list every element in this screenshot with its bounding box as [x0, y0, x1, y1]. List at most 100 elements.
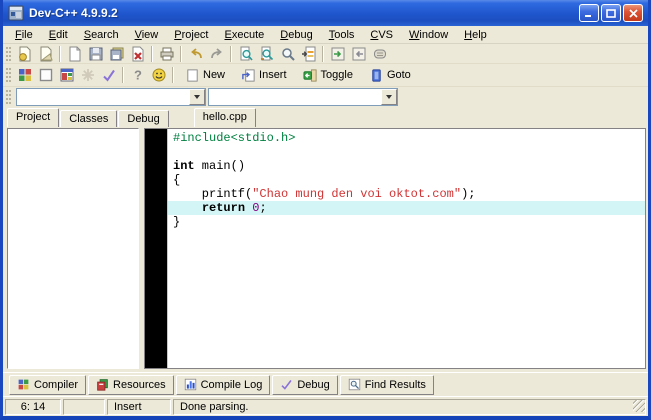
menu-execute[interactable]: Execute [217, 28, 273, 42]
rebuild-all-icon [81, 69, 94, 81]
resize-grip[interactable] [633, 400, 645, 412]
help-button[interactable]: ? [127, 66, 148, 85]
status-message: Done parsing. [173, 399, 646, 415]
rebuild-all-button[interactable] [77, 66, 98, 85]
print-icon [160, 47, 173, 60]
tab-resources[interactable]: Resources [88, 374, 174, 395]
tab-debug[interactable]: Debug [118, 110, 169, 127]
tab-project[interactable]: Project [7, 108, 60, 127]
menu-edit[interactable]: Edit [41, 28, 76, 42]
tab-compiler-label: Compiler [34, 378, 79, 391]
close-icon [628, 8, 638, 18]
remove-from-project-icon [352, 47, 365, 60]
code-editor[interactable]: #include<stdio.h> int main() { printf("C… [144, 128, 646, 369]
compiler-icon [18, 379, 29, 390]
new-bookmark-icon [187, 68, 198, 82]
save-button[interactable] [85, 44, 106, 63]
code-line: printf("Chao mung den voi oktot.com"); [173, 187, 476, 201]
status-bar: 6: 14 Insert Done parsing. [3, 396, 648, 416]
tab-debug-output-label: Debug [297, 378, 330, 391]
menu-help[interactable]: Help [456, 28, 495, 42]
compile-button[interactable] [14, 66, 35, 85]
bookmark-new-label: New [203, 69, 226, 81]
chevron-down-icon[interactable] [381, 89, 397, 105]
panel-tabs-row: Project Classes Debug hello.cpp [3, 107, 648, 127]
main-toolbar [3, 44, 648, 64]
tab-debug-output[interactable]: Debug [272, 374, 338, 395]
replace-button[interactable] [256, 44, 277, 63]
tab-hello-cpp[interactable]: hello.cpp [193, 108, 256, 127]
tab-compiler[interactable]: Compiler [9, 374, 87, 395]
project-browser-panel[interactable] [7, 128, 139, 369]
toolbar-grip[interactable] [6, 68, 11, 82]
bookmark-new-button[interactable]: New [180, 65, 230, 85]
tab-find-results[interactable]: Find Results [339, 374, 434, 395]
toolbar-separator [122, 67, 124, 83]
goto-bookmark-icon [372, 68, 381, 82]
code-area[interactable]: #include<stdio.h> int main() { printf("C… [168, 129, 645, 368]
debug-button[interactable] [98, 66, 119, 85]
class-browser-select[interactable] [208, 88, 398, 106]
bookmark-toggle-label: Toggle [320, 69, 353, 81]
minimize-button[interactable] [579, 4, 599, 22]
print-button[interactable] [156, 44, 177, 63]
tab-classes[interactable]: Classes [60, 110, 118, 127]
find-in-files-button[interactable] [277, 44, 298, 63]
bookmark-goto-label: Goto [386, 69, 411, 81]
remove-from-project-button[interactable] [348, 44, 369, 63]
undo-button[interactable] [185, 44, 206, 63]
code-line: int main() [173, 159, 246, 173]
toggle-bookmark-icon [303, 68, 317, 82]
new-project-button[interactable] [14, 44, 35, 63]
close-button[interactable] [623, 4, 643, 22]
bookmark-goto-button[interactable]: Goto [364, 65, 416, 85]
find-in-files-icon [281, 47, 295, 61]
bookmark-insert-button[interactable]: Insert [236, 65, 292, 85]
compiler-select[interactable] [16, 88, 206, 106]
code-line: #include<stdio.h> [173, 131, 296, 145]
add-to-project-icon [331, 47, 344, 60]
menu-view[interactable]: View [127, 28, 167, 42]
close-file-button[interactable] [127, 44, 148, 63]
add-to-project-button[interactable] [327, 44, 348, 63]
run-button[interactable] [35, 66, 56, 85]
menu-project[interactable]: Project [166, 28, 216, 42]
save-all-button[interactable] [106, 44, 127, 63]
chevron-down-icon[interactable] [189, 89, 205, 105]
project-properties-icon [373, 49, 386, 58]
menu-tools[interactable]: Tools [321, 28, 363, 42]
compile-and-run-icon [60, 68, 73, 82]
menu-window[interactable]: Window [401, 28, 456, 42]
open-icon [40, 46, 53, 61]
toolbar-grip[interactable] [6, 46, 11, 61]
replace-icon [260, 46, 273, 60]
redo-icon [210, 47, 222, 58]
tab-resources-label: Resources [113, 378, 166, 391]
menu-debug[interactable]: Debug [272, 28, 320, 42]
menu-search[interactable]: Search [76, 28, 127, 42]
new-file-icon [69, 46, 80, 61]
bookmark-toggle-button[interactable]: Toggle [298, 65, 358, 85]
toolbar-separator [172, 67, 174, 83]
toolbar-grip[interactable] [6, 90, 11, 104]
maximize-button[interactable] [601, 4, 621, 22]
compile-and-run-button[interactable] [56, 66, 77, 85]
menu-cvs[interactable]: CVS [362, 28, 401, 42]
menu-file[interactable]: File [7, 28, 41, 42]
insert-bookmark-icon [242, 68, 255, 82]
tab-compile-log-label: Compile Log [200, 378, 263, 391]
redo-button[interactable] [206, 44, 227, 63]
tab-compile-log[interactable]: Compile Log [175, 374, 271, 395]
about-button[interactable] [148, 66, 169, 85]
find-button[interactable] [235, 44, 256, 63]
open-button[interactable] [35, 44, 56, 63]
new-file-button[interactable] [64, 44, 85, 63]
project-properties-button[interactable] [369, 44, 390, 63]
toolbar-separator [230, 45, 232, 62]
modified-indicator [63, 399, 105, 415]
debug-check-icon [281, 379, 292, 390]
goto-line-button[interactable] [298, 44, 319, 63]
title-bar: Dev-C++ 4.9.9.2 [3, 0, 648, 26]
code-line: { [173, 173, 181, 187]
